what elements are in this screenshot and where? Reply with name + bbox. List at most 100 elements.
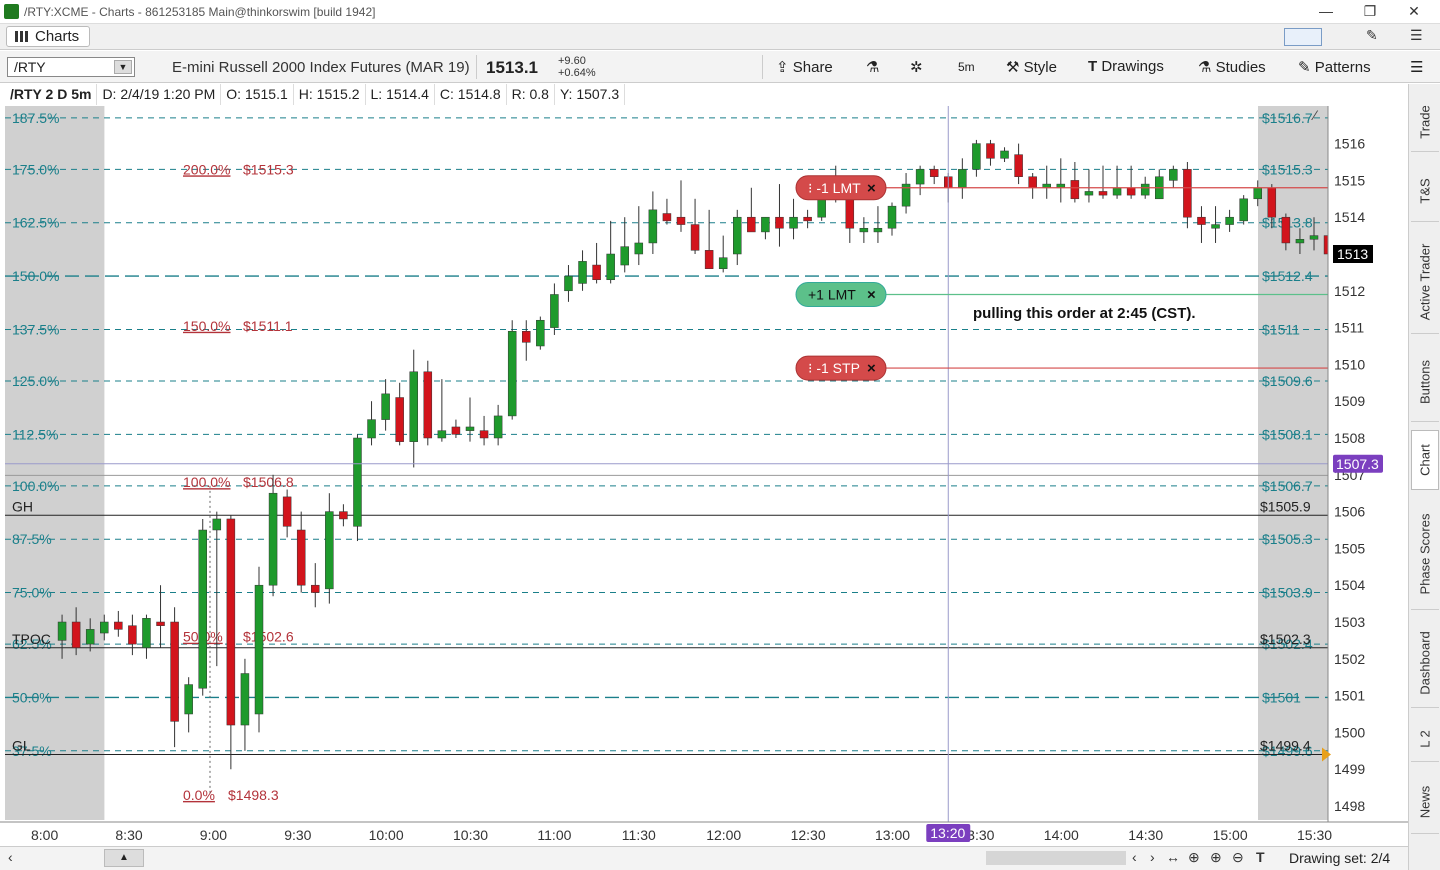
gear-icon[interactable]: ✲ (910, 58, 923, 76)
x-tick-label: 14:00 (1044, 827, 1079, 843)
fib-level-price: $1512.4 (1262, 268, 1313, 284)
crosshair-icon[interactable]: ⊕ (1188, 849, 1200, 866)
minimize-button[interactable]: — (1306, 2, 1346, 22)
app-logo-icon (4, 4, 19, 19)
last-price-badge-label: 1513 (1337, 246, 1368, 262)
drawing-set-label[interactable]: Drawing set: 2/4 (1289, 850, 1390, 866)
sidebar-tab-label: Chart (1417, 444, 1433, 476)
flask-icon[interactable]: ⚗ (866, 58, 879, 76)
studies-label: Studies (1215, 59, 1266, 76)
aggregation-button[interactable]: 5m (958, 60, 975, 74)
share-icon: ⇪ (776, 59, 789, 76)
candle-body (747, 216, 756, 233)
sidebar-tab-news[interactable]: News (1411, 770, 1439, 834)
candle-body (1126, 187, 1136, 196)
order-pill-label: ⁝ -1 STP (808, 360, 860, 376)
candle-body (972, 143, 981, 170)
zoom-out-icon[interactable]: ⊖ (1232, 849, 1244, 866)
candle-body (156, 621, 165, 626)
chevron-down-icon[interactable]: ▼ (114, 60, 132, 74)
tab-charts[interactable]: Charts (6, 26, 90, 47)
candle-body (339, 511, 348, 520)
drawings-button[interactable]: T Drawings (1088, 58, 1164, 75)
sidebar-tab-dashboard[interactable]: Dashboard (1411, 618, 1439, 708)
y-tick-label: 1508 (1334, 430, 1365, 446)
sidebar-tab-buttons[interactable]: Buttons (1411, 342, 1439, 422)
candle-body (226, 518, 236, 726)
fib-level-pct: 187.5% (12, 110, 59, 126)
expand-icon[interactable]: ↔ (1166, 849, 1180, 865)
candle-body (465, 426, 475, 431)
price-chart[interactable]: 187.5%$1516.7175.0%$1515.3162.5%$1513.81… (0, 106, 1408, 870)
candle-body (240, 673, 250, 726)
symbol-selector[interactable]: /RTY ▼ (7, 57, 135, 77)
last-price: 1513.1 (486, 58, 538, 77)
sidebar-tab-label: Dashboard (1417, 630, 1433, 695)
home-button[interactable]: ▲ (104, 849, 144, 867)
x-tick-label: 9:00 (200, 827, 227, 843)
x-tick-label: 9:30 (284, 827, 311, 843)
chart-toolbar: /RTY ▼ E-mini Russell 2000 Index Futures… (0, 51, 1440, 83)
candle-body (437, 430, 447, 439)
candle-body (1197, 216, 1206, 225)
scroll-left-icon[interactable]: ‹ (1132, 849, 1137, 865)
candle-body (381, 393, 390, 420)
level-label: GH (12, 498, 33, 514)
candle-body (718, 257, 728, 269)
x-tick-label: 8:00 (31, 827, 58, 843)
scroll-left-icon[interactable]: ‹ (8, 849, 13, 865)
symbol-value: /RTY (14, 59, 46, 75)
scroll-right-icon[interactable]: › (1150, 849, 1155, 865)
fib-level-price: $1501 (1262, 689, 1301, 705)
candle-body (142, 618, 151, 649)
fib-level-price: $1515.3 (1262, 161, 1313, 177)
candle-body (606, 253, 615, 281)
level-label: TPOC (12, 631, 51, 647)
x-tick-label: 12:30 (791, 827, 826, 843)
sidebar-tab-t-s[interactable]: T&S (1411, 160, 1439, 222)
x-tick-label: 11:30 (622, 827, 656, 843)
net-change: +9.60 +0.64% (558, 55, 596, 79)
y-tick-label: 1505 (1334, 540, 1365, 556)
restore-button[interactable]: ❐ (1350, 2, 1390, 22)
horizontal-scrollbar[interactable] (986, 851, 1126, 865)
text-tool-icon[interactable]: T (1256, 849, 1265, 865)
candle-body (1070, 180, 1080, 200)
candle-body (493, 415, 503, 439)
fib-level-pct: 125.0% (12, 373, 59, 389)
x-tick-label: 10:00 (369, 827, 404, 843)
sidebar-tab-label: Buttons (1417, 359, 1433, 404)
sidebar-tab-trade[interactable]: Trade (1411, 92, 1439, 152)
candle-body (1098, 191, 1108, 196)
right-sidebar: Trade T&S Active Trader Buttons Chart Phase S… (1408, 84, 1440, 870)
sidebar-tab-active-trader[interactable]: Active Trader (1411, 230, 1439, 334)
menu-icon[interactable]: ☰ (1410, 58, 1423, 76)
pin-icon[interactable]: ✎ (1366, 27, 1378, 44)
fib-level-price: $1506.7 (1262, 478, 1313, 494)
candle-body (367, 419, 376, 439)
menu-icon[interactable]: ☰ (1410, 27, 1423, 44)
sidebar-tab-phase-scores[interactable]: Phase Scores (1411, 498, 1439, 610)
patterns-button[interactable]: ✎ Patterns (1298, 58, 1371, 76)
level-label: GL (12, 737, 31, 753)
close-button[interactable]: ✕ (1394, 2, 1434, 22)
x-tick-label: 12:00 (706, 827, 741, 843)
fib-level-pct: 137.5% (12, 321, 59, 337)
thinkorswim-charts-window: /RTY:XCME - Charts - 861253185 Main@thin… (0, 0, 1440, 870)
sidebar-tab-chart[interactable]: Chart (1411, 430, 1439, 490)
y-tick-label: 1515 (1334, 172, 1365, 188)
info-range: R: 0.8 (506, 84, 555, 105)
fib-level-pct: 75.0% (12, 585, 52, 601)
y-tick-label: 1500 (1334, 724, 1365, 740)
info-symbol: /RTY 2 D 5m (5, 84, 98, 105)
studies-button[interactable]: ⚗ Studies (1198, 58, 1266, 76)
grid-layout-button[interactable] (1284, 28, 1322, 46)
divider (476, 55, 477, 79)
style-button[interactable]: ⚒ Style (1006, 58, 1057, 76)
charts-tab-row: Charts ✎ ☰ (0, 24, 1440, 50)
zoom-in-icon[interactable]: ⊕ (1210, 849, 1222, 866)
chart-canvas[interactable]: 187.5%$1516.7175.0%$1515.3162.5%$1513.81… (0, 106, 1408, 846)
sidebar-tab-l-2[interactable]: L 2 (1411, 716, 1439, 762)
fib-level-pct: 100.0% (12, 478, 59, 494)
share-button[interactable]: ⇪ Share (776, 58, 833, 76)
